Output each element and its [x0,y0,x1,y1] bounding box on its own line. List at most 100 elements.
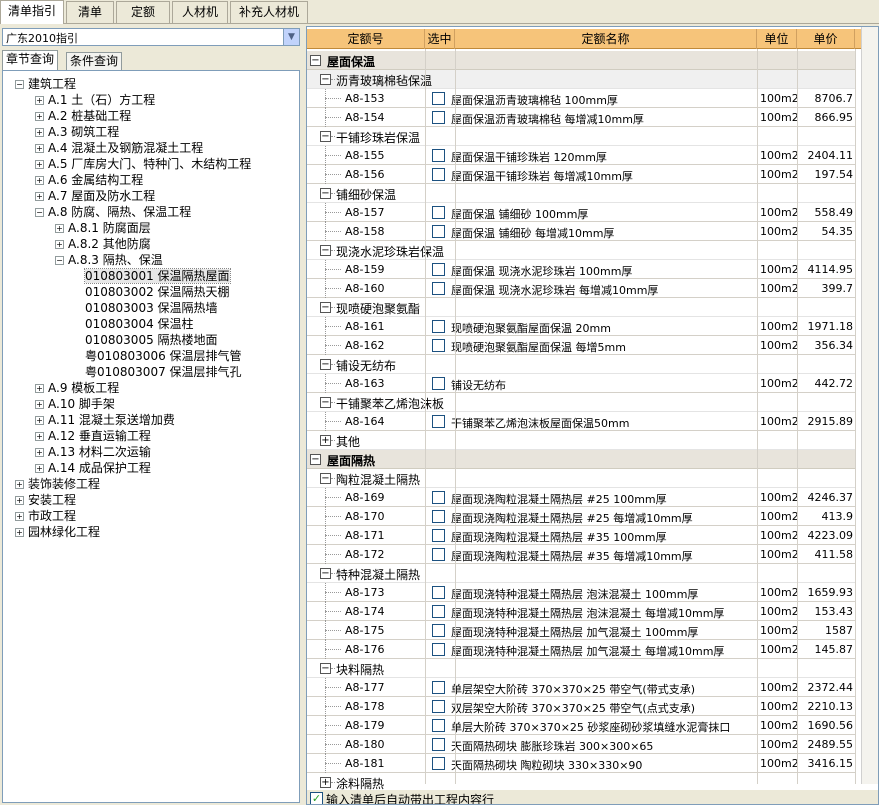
tab-list-guide[interactable]: 清单指引 [0,0,64,24]
subgroup-row[interactable]: − 干铺聚苯乙烯泡沫板 [307,393,855,412]
table-row[interactable]: A8-154 屋面保温沥青玻璃棉毡 每增减10mm厚 100m2 866.95 [307,108,855,127]
table-row[interactable]: A8-170 屋面现浇陶粒混凝土隔热层 #25 每增减10mm厚 100m2 413.… [307,507,855,526]
collapse-icon[interactable]: − [320,131,331,142]
table-row[interactable]: A8-161 现喷硬泡聚氨酯屋面保温 20mm 100m2 1971.18 [307,317,855,336]
table-row[interactable]: A8-164 干铺聚苯乙烯泡沫板屋面保温50mm 100m2 2915.89 [307,412,855,431]
expand-icon[interactable]: + [320,777,331,788]
expand-icon[interactable]: + [15,480,24,489]
select-checkbox[interactable] [432,149,445,162]
expand-icon[interactable]: + [35,464,44,473]
select-checkbox[interactable] [432,719,445,732]
select-checkbox[interactable] [432,548,445,561]
expand-icon[interactable]: + [55,240,64,249]
expand-icon[interactable]: + [35,432,44,441]
table-row[interactable]: A8-176 屋面现浇特种混凝土隔热层 加气混凝土 每增减10mm厚 100m2 14… [307,640,855,659]
collapse-icon[interactable]: − [320,74,331,85]
subgroup-row[interactable]: + 其他 [307,431,855,450]
chevron-down-icon[interactable]: ▼ [283,29,299,45]
select-checkbox[interactable] [432,377,445,390]
tab-list[interactable]: 清单 [66,1,114,23]
expand-icon[interactable]: + [35,128,44,137]
expand-icon[interactable]: + [35,192,44,201]
expand-icon[interactable]: + [15,496,24,505]
subgroup-row[interactable]: − 现浇水泥珍珠岩保温 [307,241,855,260]
tree-node[interactable]: + A.8.2 其他防腐 [55,236,151,252]
vertical-scrollbar[interactable] [861,27,878,784]
chapter-tree[interactable]: − 建筑工程 + A.1 土（石）方工程 + A.2 桩基础工程 + A.3 砌筑工程 + A.4… [2,70,300,803]
table-row[interactable]: A8-172 屋面现浇陶粒混凝土隔热层 #35 每增减10mm厚 100m2 411.… [307,545,855,564]
tab-quota[interactable]: 定额 [116,1,170,23]
header-select[interactable]: 选中 [425,29,455,49]
select-checkbox[interactable] [432,738,445,751]
select-checkbox[interactable] [432,624,445,637]
table-row[interactable]: A8-181 天面隔热砌块 陶粒砌块 330×330×90 100m2 3416.15 [307,754,855,773]
tree-node[interactable]: + A.8.1 防腐面层 [55,220,151,236]
tree-node[interactable]: + A.14 成品保护工程 [35,460,151,476]
collapse-icon[interactable]: − [320,359,331,370]
expand-icon[interactable]: + [35,416,44,425]
subgroup-row[interactable]: − 陶粒混凝土隔热 [307,469,855,488]
select-checkbox[interactable] [432,605,445,618]
tree-node[interactable]: + A.6 金属结构工程 [35,172,143,188]
expand-icon[interactable]: + [35,144,44,153]
collapse-icon[interactable]: − [320,245,331,256]
tree-node[interactable]: 010803004 保温柱 [85,316,194,332]
tab-labor-material[interactable]: 人材机 [172,1,228,23]
expand-icon[interactable]: + [35,160,44,169]
tree-node[interactable]: − 建筑工程 [15,76,76,92]
expand-icon[interactable]: + [55,224,64,233]
collapse-icon[interactable]: − [310,55,321,66]
select-checkbox[interactable] [432,225,445,238]
subgroup-row[interactable]: − 铺设无纺布 [307,355,855,374]
tree-node[interactable]: + A.5 厂库房大门、特种门、木结构工程 [35,156,251,172]
subgroup-row[interactable]: − 干铺珍珠岩保温 [307,127,855,146]
header-unit[interactable]: 单位 [757,29,797,49]
table-row[interactable]: A8-169 屋面现浇陶粒混凝土隔热层 #25 100mm厚 100m2 4246.3… [307,488,855,507]
table-row[interactable]: A8-173 屋面现浇特种混凝土隔热层 泡沫混凝土 100mm厚 100m2 1659… [307,583,855,602]
select-checkbox[interactable] [432,586,445,599]
table-row[interactable]: A8-171 屋面现浇陶粒混凝土隔热层 #35 100mm厚 100m2 4223.0… [307,526,855,545]
tree-node[interactable]: 粤010803006 保温层排气管 [85,348,242,364]
tab-condition-query[interactable]: 条件查询 [66,52,123,70]
group-row[interactable]: − 屋面隔热 [307,450,855,469]
table-row[interactable]: A8-153 屋面保温沥青玻璃棉毡 100mm厚 100m2 8706.7 [307,89,855,108]
collapse-icon[interactable]: − [15,80,24,89]
select-checkbox[interactable] [432,643,445,656]
tree-node[interactable]: 010803001 保温隔热屋面 [84,268,231,284]
tree-node[interactable]: + 市政工程 [15,508,76,524]
expand-icon[interactable]: + [15,528,24,537]
subgroup-row[interactable]: − 现喷硬泡聚氨酯 [307,298,855,317]
table-row[interactable]: A8-180 天面隔热砌块 膨胀珍珠岩 300×300×65 100m2 2489.5… [307,735,855,754]
subgroup-row[interactable]: − 块料隔热 [307,659,855,678]
tree-node[interactable]: + A.4 混凝土及钢筋混凝土工程 [35,140,203,156]
table-row[interactable]: A8-159 屋面保温 现浇水泥珍珠岩 100mm厚 100m2 4114.95 [307,260,855,279]
collapse-icon[interactable]: − [320,473,331,484]
select-checkbox[interactable] [432,282,445,295]
guide-select[interactable]: 广东2010指引 ▼ [2,28,300,46]
collapse-icon[interactable]: − [310,454,321,465]
tree-node[interactable]: + 安装工程 [15,492,76,508]
tab-supplementary[interactable]: 补充人材机 [230,1,308,23]
group-row[interactable]: − 屋面保温 [307,51,855,70]
select-checkbox[interactable] [432,92,445,105]
select-checkbox[interactable] [432,263,445,276]
table-row[interactable]: A8-157 屋面保温 铺细砂 100mm厚 100m2 558.49 [307,203,855,222]
collapse-icon[interactable]: − [320,188,331,199]
subgroup-row[interactable]: − 铺细砂保温 [307,184,855,203]
tree-node[interactable]: + A.2 桩基础工程 [35,108,131,124]
select-checkbox[interactable] [432,415,445,428]
expand-icon[interactable]: + [35,384,44,393]
tree-node[interactable]: + A.12 垂直运输工程 [35,428,151,444]
tree-node[interactable]: − A.8 防腐、隔热、保温工程 [35,204,191,220]
collapse-icon[interactable]: − [320,568,331,579]
select-checkbox[interactable] [432,168,445,181]
table-row[interactable]: A8-179 单层大阶砖 370×370×25 砂浆座砌砂浆填缝水泥膏抹口 100m… [307,716,855,735]
table-row[interactable]: A8-155 屋面保温干铺珍珠岩 120mm厚 100m2 2404.11 [307,146,855,165]
table-row[interactable]: A8-177 单层架空大阶砖 370×370×25 带空气(带式支承) 100m2 2… [307,678,855,697]
select-checkbox[interactable] [432,757,445,770]
collapse-icon[interactable]: − [55,256,64,265]
expand-icon[interactable]: + [15,512,24,521]
table-row[interactable]: A8-174 屋面现浇特种混凝土隔热层 泡沫混凝土 每增减10mm厚 100m2 15… [307,602,855,621]
select-checkbox[interactable] [432,529,445,542]
table-row[interactable]: A8-175 屋面现浇特种混凝土隔热层 加气混凝土 100mm厚 100m2 1587 [307,621,855,640]
